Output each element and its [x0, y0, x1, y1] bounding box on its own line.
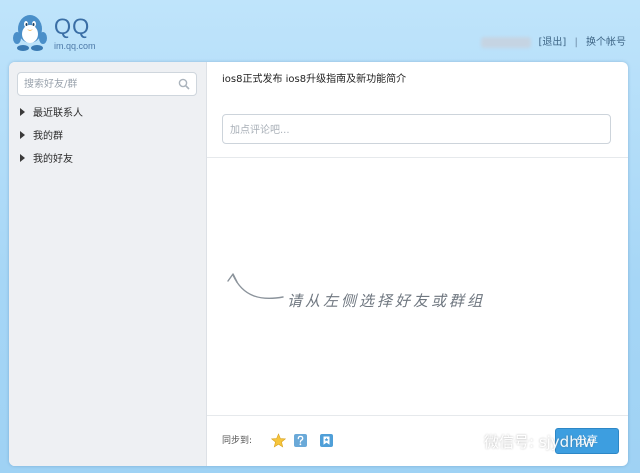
divider — [207, 415, 628, 416]
sync-label: 同步到: — [222, 436, 253, 446]
search-input[interactable] — [24, 76, 174, 92]
contact-tree: 最近联系人 我的群 我的好友 — [17, 102, 197, 171]
select-recipient-hint: 请从左侧选择好友或群组 — [287, 292, 486, 310]
tree-item-label: 最近联系人 — [33, 108, 83, 119]
account-bar: [退出] | 换个帐号 — [481, 36, 626, 50]
curved-arrow-icon — [227, 273, 284, 300]
caret-right-icon — [20, 131, 25, 139]
tree-item-my-friends[interactable]: 我的好友 — [17, 148, 197, 171]
comment-input[interactable] — [230, 122, 600, 138]
qq-logo[interactable]: QQ im.qq.com — [12, 12, 112, 54]
bookmark-icon[interactable] — [319, 433, 334, 448]
account-separator: | — [574, 37, 578, 48]
qq-penguin-icon — [13, 15, 47, 51]
divider — [207, 157, 628, 158]
top-bar: QQ im.qq.com [退出] | 换个帐号 — [0, 0, 640, 62]
tree-item-my-groups[interactable]: 我的群 — [17, 125, 197, 148]
blurred-username — [481, 36, 532, 48]
post-title: ios8正式发布 ios8升级指南及新功能简介 — [222, 74, 407, 85]
tree-item-recent-contacts[interactable]: 最近联系人 — [17, 102, 197, 125]
logo-subtitle: im.qq.com — [54, 41, 96, 51]
comment-box[interactable] — [222, 114, 611, 144]
search-icon[interactable] — [178, 78, 190, 90]
caret-right-icon — [20, 154, 25, 162]
search-box[interactable] — [17, 72, 197, 96]
caret-right-icon — [20, 108, 25, 116]
share-area: ios8正式发布 ios8升级指南及新功能简介 请从左侧选择好友或群组 同步到:… — [207, 62, 628, 466]
logout-link[interactable]: [退出] — [538, 37, 566, 48]
sidebar: 最近联系人 我的群 我的好友 — [9, 62, 207, 466]
switch-account-link[interactable]: 换个帐号 — [586, 37, 626, 48]
star-icon[interactable] — [271, 433, 286, 448]
share-button[interactable]: 分享 — [555, 428, 619, 454]
tree-item-label: 我的好友 — [33, 154, 73, 165]
main-panel: 最近联系人 我的群 我的好友 ios8正式发布 ios8升级指南及新功能简介 请… — [9, 62, 628, 466]
tree-item-label: 我的群 — [33, 131, 63, 142]
logo-title: QQ — [54, 14, 91, 39]
question-icon[interactable] — [293, 433, 308, 448]
